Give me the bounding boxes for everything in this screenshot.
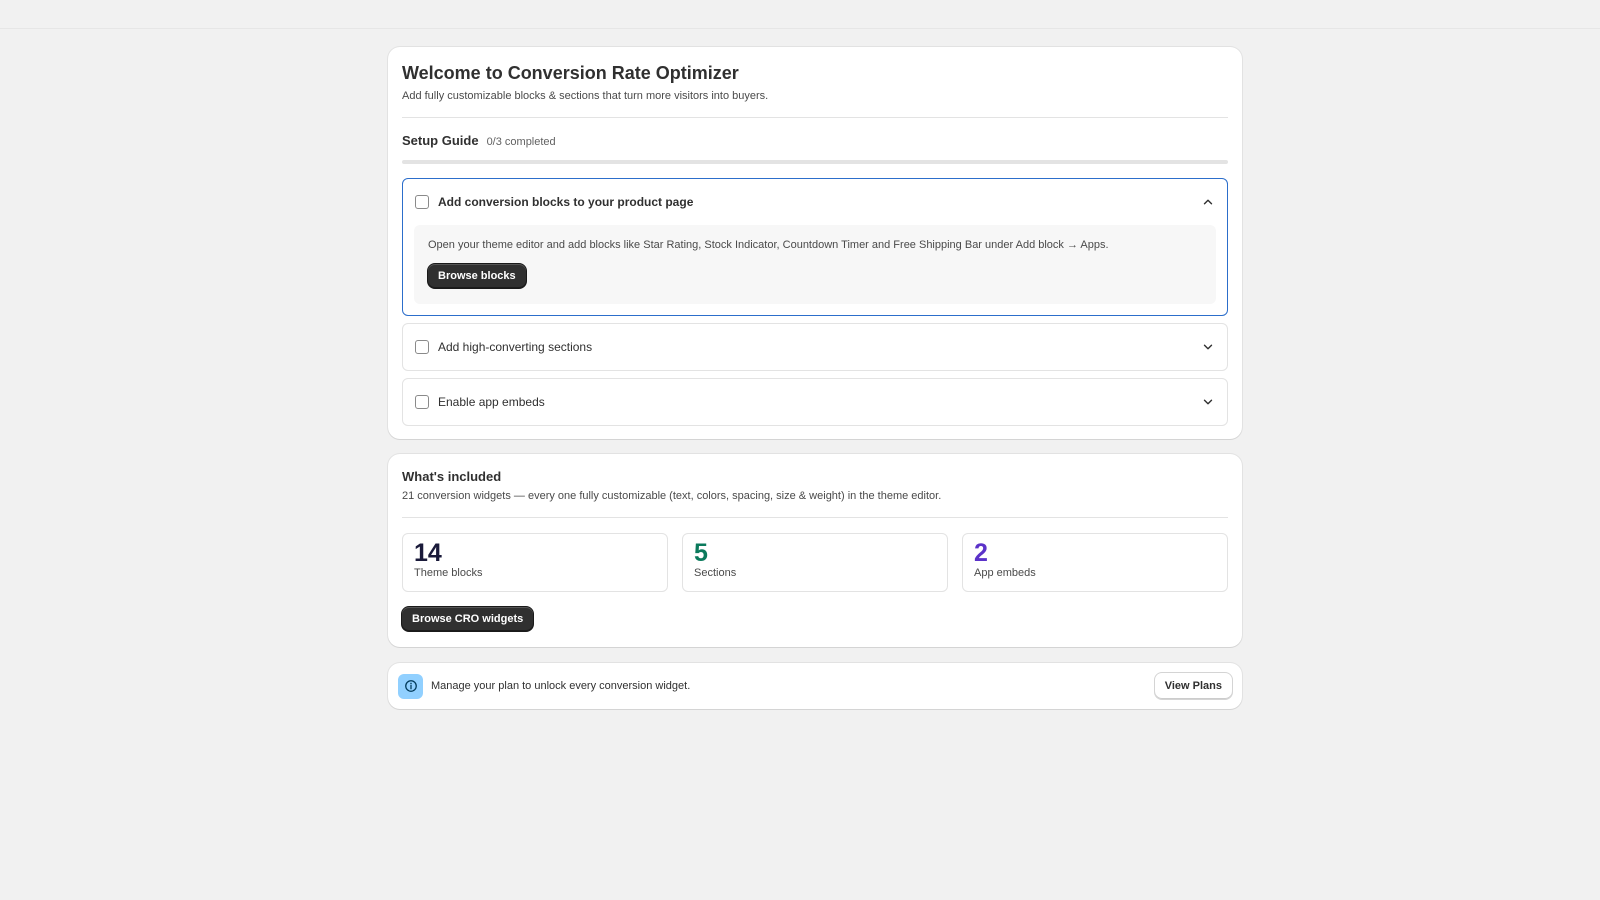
stat-number: 5 <box>694 539 708 567</box>
included-subtitle: 21 conversion widgets — every one fully … <box>402 490 942 502</box>
stat-label: Sections <box>694 567 737 579</box>
info-icon <box>398 673 423 699</box>
setup-step-conversion-blocks: Add conversion blocks to your product pa… <box>402 178 1228 316</box>
stat-label: Theme blocks <box>414 567 483 579</box>
included-title: What's included <box>402 469 502 484</box>
page-subtitle: Add fully customizable blocks & sections… <box>402 90 769 102</box>
stat-label: App embeds <box>974 567 1036 579</box>
stat-number: 2 <box>974 539 988 567</box>
step-header[interactable]: Enable app embeds <box>403 379 1227 425</box>
setup-progress-bar <box>402 160 1228 164</box>
view-plans-button[interactable]: View Plans <box>1154 673 1232 699</box>
browse-cro-widgets-button[interactable]: Browse CRO widgets <box>402 607 534 631</box>
step-content: Open your theme editor and add blocks li… <box>414 225 1216 304</box>
step-checkbox[interactable] <box>415 195 429 209</box>
stat-app-embeds: 2 App embeds <box>962 533 1228 592</box>
divider <box>402 117 1228 118</box>
browse-blocks-button[interactable]: Browse blocks <box>428 264 526 288</box>
setup-guide-count: 0/3 completed <box>486 136 556 148</box>
banner-text: Manage your plan to unlock every convers… <box>431 680 691 692</box>
stat-sections: 5 Sections <box>682 533 948 592</box>
stats-row: 14 Theme blocks 5 Sections 2 App embeds <box>402 533 1228 592</box>
step-description: Open your theme editor and add blocks li… <box>428 239 1109 251</box>
top-bar <box>0 0 1600 29</box>
stat-theme-blocks: 14 Theme blocks <box>402 533 668 592</box>
whats-included-card: What's included 21 conversion widgets — … <box>388 454 1242 647</box>
divider <box>402 517 1228 518</box>
step-checkbox[interactable] <box>415 395 429 409</box>
step-header[interactable]: Add high-converting sections <box>403 324 1227 370</box>
chevron-down-icon[interactable] <box>1201 395 1215 409</box>
setup-step-app-embeds: Enable app embeds <box>402 378 1228 426</box>
plan-banner: Manage your plan to unlock every convers… <box>388 663 1242 709</box>
setup-guide-header: Setup Guide 0/3 completed <box>402 133 1228 148</box>
step-checkbox[interactable] <box>415 340 429 354</box>
setup-card: Welcome to Conversion Rate Optimizer Add… <box>388 47 1242 439</box>
page-title: Welcome to Conversion Rate Optimizer <box>402 63 739 83</box>
step-header[interactable]: Add conversion blocks to your product pa… <box>403 179 1227 225</box>
setup-step-sections: Add high-converting sections <box>402 323 1228 371</box>
chevron-up-icon[interactable] <box>1201 195 1215 209</box>
main-page: Welcome to Conversion Rate Optimizer Add… <box>388 47 1242 709</box>
stat-number: 14 <box>414 539 442 567</box>
chevron-down-icon[interactable] <box>1201 340 1215 354</box>
step-label: Enable app embeds <box>438 395 545 409</box>
step-label: Add conversion blocks to your product pa… <box>438 195 694 209</box>
step-label: Add high-converting sections <box>438 340 593 354</box>
setup-guide-title: Setup Guide <box>402 133 479 148</box>
